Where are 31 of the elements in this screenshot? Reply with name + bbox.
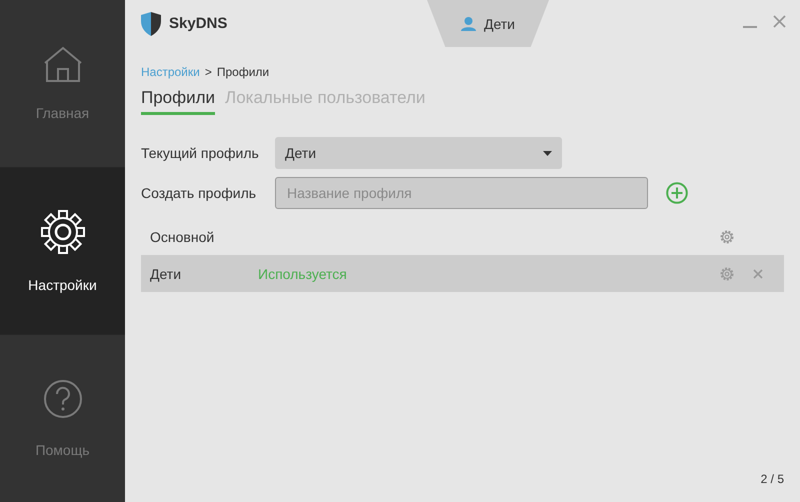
- profile-dropdown[interactable]: Дети: [275, 137, 562, 169]
- profile-status: Используется: [258, 266, 348, 282]
- sidebar-item[interactable]: Настройки: [0, 168, 125, 336]
- settings-icon[interactable]: [719, 266, 735, 282]
- field-label: Создать профиль: [141, 185, 258, 201]
- caret-icon: [543, 150, 552, 156]
- user-icon: [460, 16, 476, 30]
- shield-logo-icon: [141, 12, 161, 36]
- app-title: SkyDNS: [169, 15, 228, 32]
- profile-row[interactable]: Дети Используется: [141, 255, 784, 292]
- close-button[interactable]: [773, 14, 786, 28]
- page-counter: 2 / 5: [760, 472, 784, 486]
- profile-name: Дети: [150, 266, 182, 282]
- plus-icon: [666, 182, 688, 204]
- breadcrumb-separator: >: [204, 65, 212, 79]
- delete-button[interactable]: [753, 268, 763, 278]
- profile-row[interactable]: Основной: [141, 218, 784, 255]
- field-label: Текущий профиль: [141, 145, 260, 161]
- breadcrumb-current: Профили: [216, 65, 270, 79]
- close-icon: [773, 14, 786, 28]
- user-tab[interactable]: Дети: [427, 0, 549, 47]
- help-icon: [42, 379, 82, 420]
- add-button[interactable]: [666, 182, 688, 204]
- close-icon: [753, 268, 763, 278]
- settings-icon: [40, 210, 84, 254]
- tab[interactable]: Профили: [141, 88, 216, 115]
- profile-name: Основной: [150, 228, 216, 244]
- profile-name-field[interactable]: Название профиля: [275, 177, 648, 209]
- home-icon: [42, 46, 82, 82]
- minimize-icon: [743, 26, 757, 28]
- settings-icon[interactable]: [719, 228, 735, 244]
